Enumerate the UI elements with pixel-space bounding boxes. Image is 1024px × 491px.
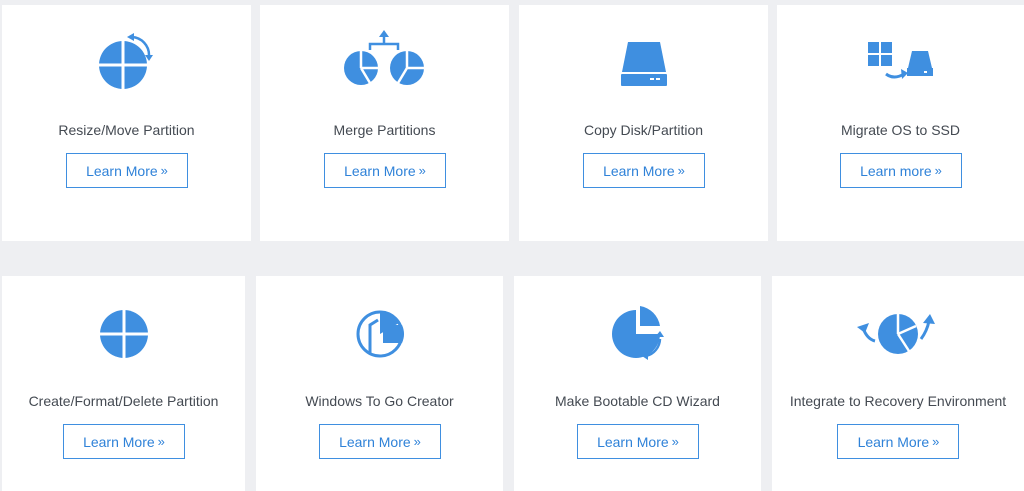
learn-more-button[interactable]: Learn More» bbox=[62, 424, 185, 459]
card-title: Integrate to Recovery Environment bbox=[789, 393, 1007, 409]
double-chevron-icon: » bbox=[413, 434, 421, 449]
feature-card-copy-disk: Copy Disk/Partition Learn More» bbox=[519, 5, 768, 241]
learn-more-button[interactable]: Learn more» bbox=[839, 153, 962, 188]
feature-card-merge: Merge Partitions Learn More» bbox=[260, 5, 509, 241]
card-title: Windows To Go Creator bbox=[305, 393, 454, 409]
learn-more-button[interactable]: Learn More» bbox=[837, 424, 959, 459]
double-chevron-icon: » bbox=[934, 163, 942, 178]
button-label: Learn More bbox=[339, 433, 411, 450]
card-title: Copy Disk/Partition bbox=[583, 122, 704, 138]
button-label: Learn more bbox=[860, 162, 932, 179]
feature-card-recovery-environment: Integrate to Recovery Environment Learn … bbox=[772, 276, 1024, 491]
button-label: Learn More bbox=[597, 433, 669, 450]
card-title: Merge Partitions bbox=[333, 122, 436, 138]
feature-card-bootable-cd: Make Bootable CD Wizard Learn More» bbox=[514, 276, 761, 491]
double-chevron-icon: » bbox=[677, 163, 685, 178]
resize-partition-icon bbox=[2, 30, 251, 92]
learn-more-button[interactable]: Learn More» bbox=[582, 153, 705, 188]
learn-more-button[interactable]: Learn More» bbox=[576, 424, 699, 459]
double-chevron-icon: » bbox=[932, 434, 939, 449]
learn-more-button[interactable]: Learn More» bbox=[318, 424, 441, 459]
bootable-cd-icon bbox=[514, 301, 761, 363]
button-label: Learn More bbox=[857, 433, 930, 450]
merge-partitions-icon bbox=[260, 30, 509, 92]
double-chevron-icon: » bbox=[418, 163, 426, 178]
disk-drive-icon bbox=[519, 30, 768, 92]
card-title: Create/Format/Delete Partition bbox=[28, 393, 219, 409]
double-chevron-icon: » bbox=[671, 434, 679, 449]
feature-card-create-format-delete: Create/Format/Delete Partition Learn Mor… bbox=[2, 276, 245, 491]
card-title: Make Bootable CD Wizard bbox=[555, 393, 720, 409]
button-label: Learn More bbox=[344, 162, 416, 179]
button-label: Learn More bbox=[86, 162, 158, 179]
recovery-environment-icon bbox=[772, 301, 1024, 363]
feature-card-resize-move: Resize/Move Partition Learn More» bbox=[2, 5, 251, 241]
button-label: Learn More bbox=[603, 162, 675, 179]
learn-more-button[interactable]: Learn More» bbox=[65, 153, 188, 188]
double-chevron-icon: » bbox=[157, 434, 165, 449]
partition-pie-icon bbox=[2, 301, 245, 363]
card-title: Migrate OS to SSD bbox=[840, 122, 961, 138]
feature-card-windows-to-go: Windows To Go Creator Learn More» bbox=[256, 276, 503, 491]
button-label: Learn More bbox=[83, 433, 155, 450]
feature-card-migrate-os: Migrate OS to SSD Learn more» bbox=[777, 5, 1024, 241]
learn-more-button[interactable]: Learn More» bbox=[323, 153, 446, 188]
windows-to-go-icon bbox=[256, 301, 503, 363]
double-chevron-icon: » bbox=[160, 163, 168, 178]
card-title: Resize/Move Partition bbox=[58, 122, 195, 138]
migrate-os-icon bbox=[777, 30, 1024, 92]
